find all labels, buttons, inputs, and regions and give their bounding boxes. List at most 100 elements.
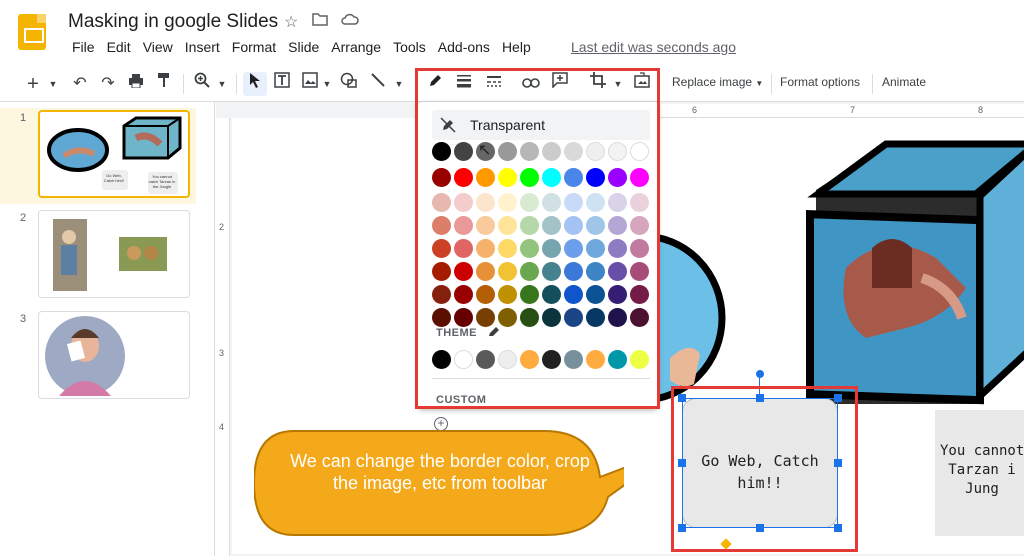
theme-color-swatch[interactable] [520, 350, 539, 369]
color-swatch[interactable] [432, 193, 451, 212]
cube-masked-image[interactable] [806, 140, 1024, 405]
animate-button[interactable]: Animate [882, 75, 926, 89]
theme-color-swatch[interactable] [586, 350, 605, 369]
last-edit-link[interactable]: Last edit was seconds ago [571, 39, 736, 55]
menu-tools[interactable]: Tools [387, 39, 432, 55]
theme-color-swatch[interactable] [542, 350, 561, 369]
color-swatch[interactable] [520, 262, 539, 281]
color-swatch[interactable] [564, 285, 583, 304]
color-swatch[interactable] [542, 262, 561, 281]
menu-format[interactable]: Format [226, 39, 282, 55]
color-swatch[interactable] [542, 308, 561, 327]
color-swatch[interactable] [564, 142, 583, 161]
zoom-dropdown-icon[interactable]: ▼ [216, 72, 228, 96]
slides-logo-icon[interactable] [18, 14, 46, 50]
color-swatch[interactable] [630, 142, 649, 161]
slide-thumbnail-3[interactable] [38, 311, 190, 399]
color-swatch[interactable] [608, 168, 627, 187]
color-swatch[interactable] [454, 308, 473, 327]
color-swatch[interactable] [432, 239, 451, 258]
reset-image-icon[interactable] [631, 72, 653, 96]
color-swatch[interactable] [608, 239, 627, 258]
color-swatch[interactable] [586, 168, 605, 187]
undo-icon[interactable]: ↶ [70, 72, 90, 96]
transparent-option[interactable]: Transparent [432, 110, 650, 140]
border-color-pencil-icon[interactable] [424, 72, 446, 96]
color-swatch[interactable] [586, 239, 605, 258]
zoom-icon[interactable] [192, 72, 212, 96]
new-slide-icon[interactable]: + [24, 72, 42, 96]
move-folder-icon[interactable] [312, 12, 328, 31]
color-swatch[interactable] [608, 216, 627, 235]
image-icon[interactable] [300, 72, 320, 96]
color-swatch[interactable] [630, 193, 649, 212]
color-swatch[interactable] [498, 168, 517, 187]
color-swatch[interactable] [432, 142, 451, 161]
theme-color-swatch[interactable] [608, 350, 627, 369]
color-swatch[interactable] [520, 285, 539, 304]
select-cursor-icon[interactable] [243, 72, 267, 96]
color-swatch[interactable] [586, 262, 605, 281]
color-swatch[interactable] [630, 308, 649, 327]
color-swatch[interactable] [564, 168, 583, 187]
color-swatch[interactable] [608, 262, 627, 281]
color-swatch[interactable] [542, 193, 561, 212]
paint-format-icon[interactable] [154, 72, 174, 96]
color-swatch[interactable] [586, 285, 605, 304]
color-swatch[interactable] [454, 216, 473, 235]
color-swatch[interactable] [454, 193, 473, 212]
theme-color-swatch[interactable] [564, 350, 583, 369]
color-swatch[interactable] [520, 193, 539, 212]
menu-help[interactable]: Help [496, 39, 537, 55]
color-swatch[interactable] [630, 168, 649, 187]
color-swatch[interactable] [498, 193, 517, 212]
cloud-status-icon[interactable] [341, 12, 359, 31]
color-swatch[interactable] [564, 239, 583, 258]
new-slide-dropdown-icon[interactable]: ▼ [47, 72, 59, 96]
crop-icon[interactable] [587, 72, 609, 96]
menu-file[interactable]: File [66, 39, 101, 55]
color-swatch[interactable] [432, 262, 451, 281]
line-dropdown-icon[interactable]: ▼ [393, 72, 405, 96]
image-dropdown-icon[interactable]: ▼ [321, 72, 333, 96]
replace-image-button[interactable]: Replace image ▼ [672, 75, 763, 89]
color-swatch[interactable] [476, 262, 495, 281]
color-swatch[interactable] [476, 239, 495, 258]
theme-color-swatch[interactable] [630, 350, 649, 369]
color-swatch[interactable] [476, 193, 495, 212]
color-swatch[interactable] [520, 308, 539, 327]
color-swatch[interactable] [608, 285, 627, 304]
color-swatch[interactable] [586, 308, 605, 327]
color-swatch[interactable] [608, 193, 627, 212]
color-swatch[interactable] [586, 142, 605, 161]
menu-slide[interactable]: Slide [282, 39, 325, 55]
color-swatch[interactable] [542, 239, 561, 258]
menu-addons[interactable]: Add-ons [432, 39, 496, 55]
theme-color-swatch[interactable] [432, 350, 451, 369]
color-swatch[interactable] [476, 285, 495, 304]
color-swatch[interactable] [454, 239, 473, 258]
color-swatch[interactable] [542, 142, 561, 161]
color-swatch[interactable] [454, 168, 473, 187]
shape-icon[interactable] [339, 72, 359, 96]
color-swatch[interactable] [432, 216, 451, 235]
color-swatch[interactable] [498, 239, 517, 258]
rotate-handle[interactable] [756, 370, 764, 378]
menu-edit[interactable]: Edit [101, 39, 137, 55]
theme-color-swatch[interactable] [476, 350, 495, 369]
color-swatch[interactable] [498, 142, 517, 161]
color-swatch[interactable] [586, 216, 605, 235]
color-swatch[interactable] [432, 308, 451, 327]
color-swatch[interactable] [520, 216, 539, 235]
color-swatch[interactable] [454, 285, 473, 304]
menu-arrange[interactable]: Arrange [325, 39, 387, 55]
star-icon[interactable]: ☆ [284, 12, 298, 32]
slide-thumbnail-2[interactable] [38, 210, 190, 298]
color-swatch[interactable] [630, 216, 649, 235]
border-dash-icon[interactable] [483, 72, 505, 96]
color-swatch[interactable] [498, 308, 517, 327]
color-swatch[interactable] [520, 142, 539, 161]
color-swatch[interactable] [630, 239, 649, 258]
theme-color-swatch[interactable] [454, 350, 473, 369]
document-title[interactable]: Masking in google Slides [68, 11, 278, 33]
